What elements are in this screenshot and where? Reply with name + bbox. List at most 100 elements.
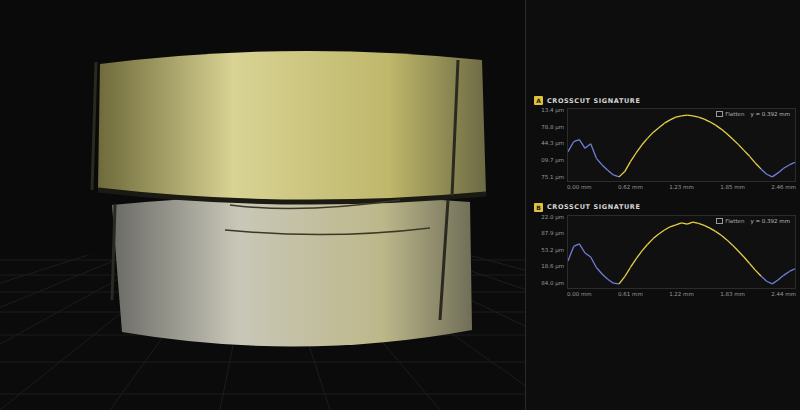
- profile-segment: [693, 222, 699, 223]
- flatten-toggle[interactable]: Flatten: [716, 111, 744, 117]
- profile-segment: [767, 174, 773, 177]
- profile-chart: 22.0 µm87.9 µm53.2 µm18.6 µm84.0 µm Flat…: [534, 215, 796, 298]
- y-tick: 53.2 µm: [541, 248, 564, 254]
- profile-segment: [727, 134, 733, 139]
- y-axis: 22.0 µm87.9 µm53.2 µm18.6 µm84.0 µm: [534, 215, 564, 287]
- profile-segment: [574, 243, 580, 246]
- profile-segment: [568, 246, 574, 260]
- profile-segment: [755, 270, 761, 276]
- profile-segment: [579, 243, 585, 252]
- plot-area[interactable]: Flatten y = 0.392 mm: [567, 108, 796, 182]
- profile-segment: [733, 245, 739, 251]
- profile-segment: [670, 224, 676, 226]
- profile-line: [568, 216, 795, 288]
- profile-segment: [699, 223, 705, 225]
- profile-segment: [721, 235, 727, 240]
- y-axis: 13.4 µm78.8 µm44.3 µm09.7 µm75.1 µm: [534, 108, 564, 180]
- x-tick: 1.23 mm: [669, 185, 694, 191]
- profile-segment: [676, 116, 682, 117]
- y-tick: 09.7 µm: [541, 158, 564, 164]
- flatten-icon: [716, 111, 723, 117]
- profile-segment: [596, 267, 602, 274]
- scan-render[interactable]: [0, 0, 525, 410]
- scan-viewer: A CROSSCUT SIGNATURE 13.4 µm 78.8 µm 44.3 …: [0, 0, 800, 410]
- x-axis: 0.00 mm 0.61 mm 1.22 mm 1.83 mm 2.44 mm: [567, 292, 796, 298]
- x-tick: 0.00 mm: [567, 185, 592, 191]
- profile-segment: [568, 142, 574, 152]
- x-tick: 0.00 mm: [567, 292, 592, 298]
- profile-segment: [653, 233, 659, 238]
- profile-segment: [591, 144, 597, 159]
- profile-segment: [647, 132, 653, 138]
- profile-segment: [772, 279, 778, 283]
- profile-segment: [704, 225, 710, 228]
- profile-segment: [636, 145, 642, 153]
- profile-segment: [727, 239, 733, 244]
- profile-segment: [755, 163, 761, 169]
- x-tick: 2.44 mm: [771, 292, 796, 298]
- profile-segment: [682, 222, 688, 223]
- 3d-viewport[interactable]: [0, 0, 526, 410]
- crosscut-card: B CROSSCUT SIGNATURE 22.0 µm 87.9 µm 53.2 …: [534, 203, 796, 298]
- profile-segment: [670, 117, 676, 120]
- profile-segment: [608, 170, 614, 175]
- y-tick: 78.8 µm: [541, 125, 564, 131]
- y-tick: 87.9 µm: [541, 231, 564, 237]
- x-tick: 1.85 mm: [720, 185, 745, 191]
- profile-segment: [585, 253, 591, 257]
- profile-segment: [596, 158, 602, 165]
- y-tick: 44.3 µm: [541, 141, 564, 147]
- signature-panel: A CROSSCUT SIGNATURE 13.4 µm 78.8 µm 44.3 …: [526, 0, 800, 410]
- profile-segment: [630, 153, 636, 162]
- profile-segment: [630, 258, 636, 267]
- flatten-toggle[interactable]: Flatten: [716, 218, 744, 224]
- profile-segment: [778, 168, 784, 173]
- profile-segment: [619, 276, 625, 283]
- plot-area[interactable]: Flatten y = 0.392 mm: [567, 215, 796, 289]
- card-badge: A: [534, 96, 543, 105]
- profile-segment: [664, 226, 670, 229]
- x-tick: 1.83 mm: [720, 292, 745, 298]
- x-tick: 0.62 mm: [618, 185, 643, 191]
- profile-segment: [647, 238, 653, 244]
- x-tick: 0.61 mm: [618, 292, 643, 298]
- profile-segment: [784, 271, 790, 275]
- profile-segment: [744, 256, 750, 263]
- y-reading: y = 0.392 mm: [750, 218, 790, 224]
- profile-segment: [784, 165, 790, 168]
- profile-segment: [744, 150, 750, 156]
- profile-segment: [716, 231, 722, 235]
- y-tick: 84.0 µm: [541, 281, 564, 287]
- profile-segment: [642, 138, 648, 145]
- profile-segment: [613, 282, 619, 284]
- card-header: B CROSSCUT SIGNATURE: [534, 203, 796, 212]
- profile-segment: [750, 156, 756, 163]
- y-tick: 22.0 µm: [541, 215, 564, 221]
- profile-segment: [664, 120, 670, 123]
- profile-segment: [636, 251, 642, 259]
- profile-segment: [687, 115, 693, 117]
- y-tick: 13.4 µm: [541, 108, 564, 114]
- profile-segment: [676, 222, 682, 224]
- profile-segment: [613, 175, 619, 177]
- card-header: A CROSSCUT SIGNATURE: [534, 96, 796, 105]
- profile-segment: [574, 140, 580, 142]
- x-tick: 1.22 mm: [669, 292, 694, 298]
- profile-segment: [625, 267, 631, 276]
- profile-segment: [738, 251, 744, 257]
- profile-segment: [602, 165, 608, 170]
- profile-segment: [738, 144, 744, 150]
- profile-segment: [761, 276, 767, 281]
- profile-segment: [710, 228, 716, 231]
- legend: Flatten y = 0.392 mm: [714, 111, 792, 117]
- card-title: CROSSCUT SIGNATURE: [547, 203, 640, 211]
- profile-line: [568, 109, 795, 181]
- profile-segment: [659, 123, 665, 128]
- profile-segment: [579, 140, 585, 149]
- card-title: CROSSCUT SIGNATURE: [547, 97, 640, 105]
- profile-segment: [704, 119, 710, 122]
- profile-segment: [585, 144, 591, 149]
- crosscut-card: A CROSSCUT SIGNATURE 13.4 µm 78.8 µm 44.3 …: [534, 96, 796, 191]
- profile-segment: [619, 172, 625, 177]
- x-tick: 2.46 mm: [771, 185, 796, 191]
